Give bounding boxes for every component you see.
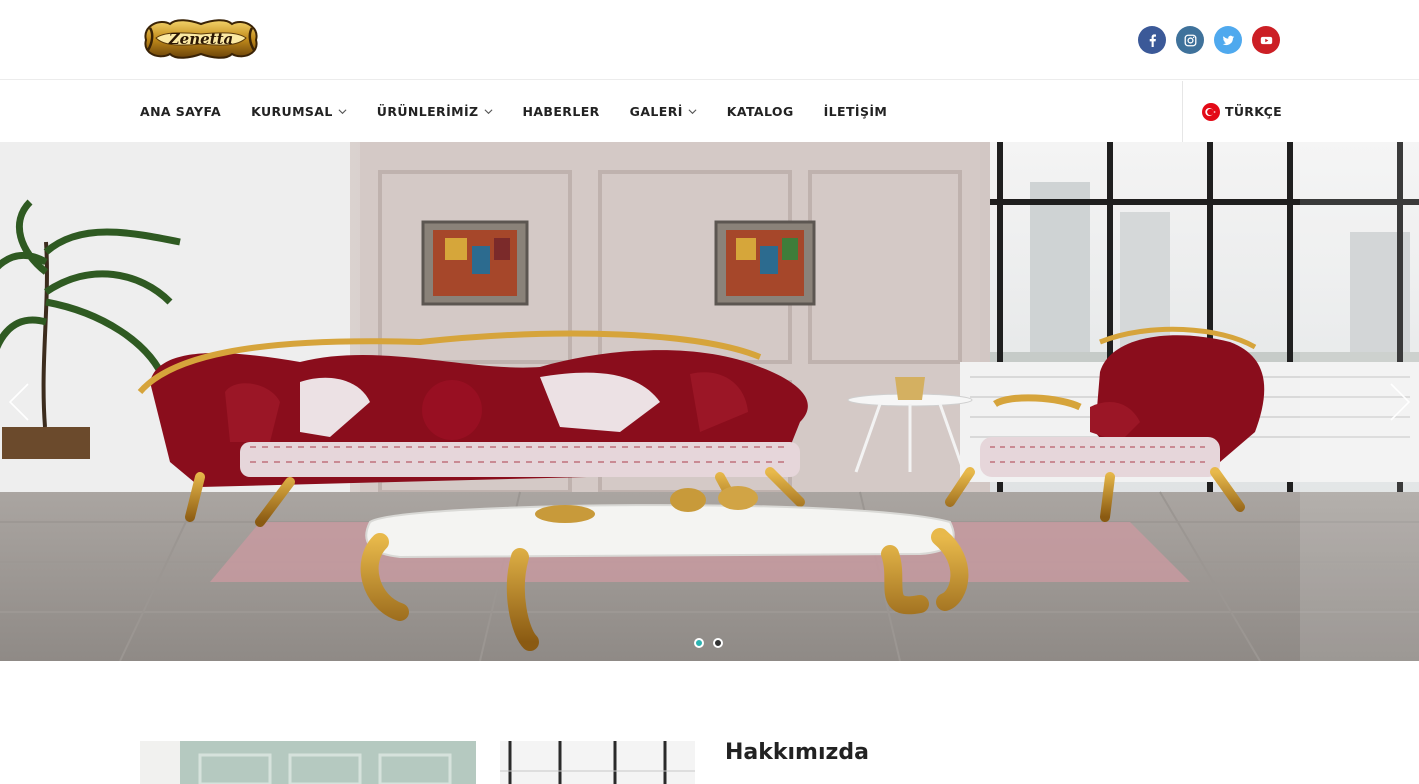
nav-item-haberler[interactable]: HABERLER bbox=[523, 104, 600, 119]
nav-item-kurumsal[interactable]: KURUMSAL bbox=[251, 104, 347, 119]
nav-item-galeri[interactable]: GALERİ bbox=[630, 104, 697, 119]
youtube-link[interactable] bbox=[1252, 26, 1280, 54]
about-room-photo-1 bbox=[140, 741, 476, 784]
language-label: TÜRKÇE bbox=[1225, 104, 1282, 119]
language-selector[interactable]: TÜRKÇE bbox=[1202, 81, 1282, 142]
nav-item-ana-sayfa[interactable]: ANA SAYFA bbox=[140, 104, 221, 119]
nav-item-label: KATALOG bbox=[726, 104, 794, 119]
facebook-icon bbox=[1149, 33, 1156, 47]
main-nav: ANA SAYFA KURUMSAL ÜRÜNLERİMİZ HABERLER … bbox=[140, 81, 887, 142]
instagram-icon bbox=[1184, 34, 1196, 46]
chevron-down-icon bbox=[484, 109, 492, 115]
chevron-right-icon bbox=[1390, 383, 1411, 421]
slider-dot-2[interactable] bbox=[713, 638, 723, 648]
about-title: Hakkımızda bbox=[725, 740, 869, 765]
chevron-down-icon bbox=[688, 109, 697, 115]
slider-next-arrow[interactable] bbox=[1385, 380, 1415, 424]
nav-item-label: GALERİ bbox=[629, 104, 683, 119]
logo-text: Zenetta bbox=[168, 30, 234, 48]
nav-item-urunlerimiz[interactable]: ÜRÜNLERİMİZ bbox=[377, 104, 493, 119]
facebook-link[interactable] bbox=[1138, 26, 1166, 54]
zenetta-logo[interactable]: Zenetta bbox=[140, 14, 262, 64]
slider-prev-arrow[interactable] bbox=[4, 380, 34, 424]
chevron-left-icon bbox=[8, 383, 29, 421]
instagram-link[interactable] bbox=[1176, 26, 1204, 54]
twitter-link[interactable] bbox=[1214, 26, 1242, 54]
nav-item-label: HABERLER bbox=[522, 104, 600, 119]
main-navbar: ANA SAYFA KURUMSAL ÜRÜNLERİMİZ HABERLER … bbox=[0, 81, 1419, 142]
nav-item-label: KURUMSAL bbox=[251, 104, 333, 119]
slider-dot-1[interactable] bbox=[694, 638, 704, 648]
slider-pagination bbox=[694, 638, 723, 648]
nav-item-label: ANA SAYFA bbox=[140, 104, 222, 119]
nav-item-label: İLETİŞİM bbox=[823, 104, 888, 119]
top-bar: Zenetta bbox=[0, 0, 1419, 80]
nav-item-iletisim[interactable]: İLETİŞİM bbox=[824, 104, 888, 119]
living-room-photo bbox=[0, 142, 1419, 661]
nav-item-label: ÜRÜNLERİMİZ bbox=[376, 104, 479, 119]
about-image-1 bbox=[140, 741, 476, 784]
chevron-down-icon bbox=[338, 109, 347, 115]
social-links bbox=[1138, 26, 1280, 54]
about-room-photo-2 bbox=[500, 741, 695, 784]
about-image-2 bbox=[500, 741, 695, 784]
turkey-flag-icon bbox=[1202, 102, 1220, 121]
nav-divider bbox=[1182, 81, 1183, 142]
youtube-icon bbox=[1260, 36, 1272, 44]
twitter-icon bbox=[1222, 35, 1234, 45]
hero-slider bbox=[0, 142, 1419, 661]
nav-item-katalog[interactable]: KATALOG bbox=[727, 104, 794, 119]
